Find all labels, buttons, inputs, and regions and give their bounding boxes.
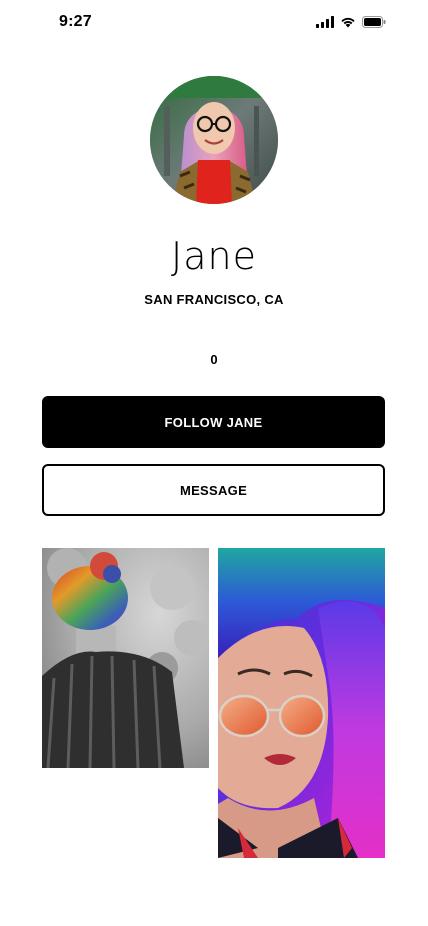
avatar[interactable] xyxy=(150,76,278,204)
signal-icon xyxy=(316,16,334,28)
profile-location: SAN FRANCISCO, CA xyxy=(144,292,284,307)
follow-button-label: FOLLOW JANE xyxy=(164,414,263,430)
battery-icon xyxy=(362,16,386,28)
wifi-icon xyxy=(341,17,355,28)
colorful-hair-sunglasses-photo xyxy=(218,548,385,858)
follow-button[interactable]: FOLLOW JANE xyxy=(42,396,385,448)
status-time: 9:27 xyxy=(59,13,92,30)
message-button-label: MESSAGE xyxy=(179,482,248,498)
gallery-photo-2[interactable] xyxy=(218,548,385,858)
status-bar: 9:27 xyxy=(0,0,428,44)
message-button[interactable]: MESSAGE xyxy=(42,464,385,516)
avatar-photo xyxy=(150,76,278,204)
gallery-photo-1[interactable] xyxy=(42,548,209,768)
rainbow-hair-bun-photo xyxy=(42,548,209,768)
follower-count: 0 xyxy=(210,352,218,367)
status-icons xyxy=(316,16,386,28)
profile-name: Jane xyxy=(171,234,257,278)
